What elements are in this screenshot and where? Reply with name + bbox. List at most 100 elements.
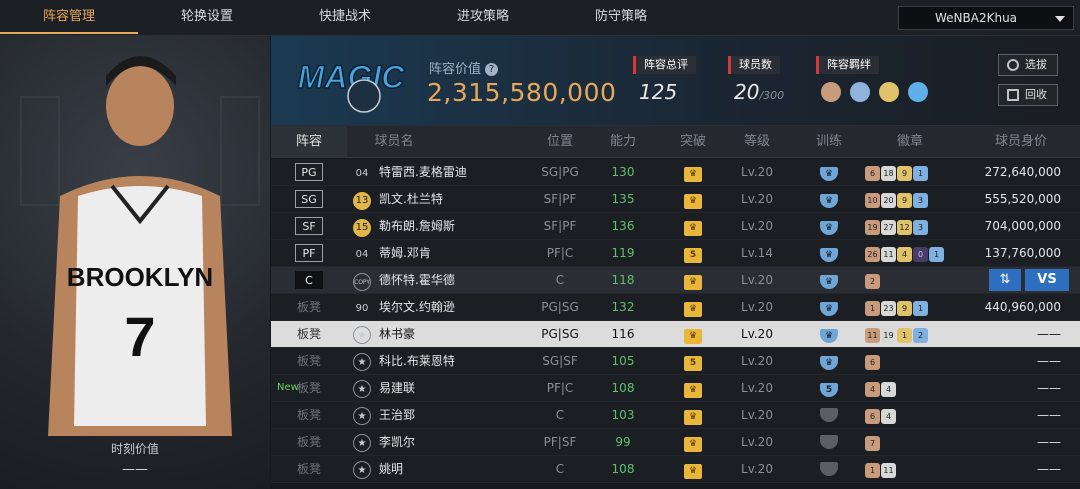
player-name[interactable]: 科比.布莱恩特 <box>379 348 519 374</box>
table-row[interactable]: SG 13 凯文.杜兰特 SF|PF 135 ♛ Lv.20 ♛ 10 20 9 3 555,520,0… <box>271 186 1080 213</box>
swap-button[interactable]: ⇅ <box>989 269 1021 291</box>
moment-value: —— <box>122 462 148 477</box>
player-level: Lv.20 <box>741 354 773 368</box>
table-row[interactable]: SF 15 勒布朗.詹姆斯 SF|PF 136 ♛ Lv.20 ♛ 19 27 12 3 704,000… <box>271 213 1080 240</box>
badge-icon: 7 <box>865 436 880 451</box>
player-name[interactable]: 姚明 <box>379 456 519 482</box>
table-row[interactable]: 板凳 New ★ 易建联 PF|C 108 ♛ Lv.20 5 4 4 —— <box>271 375 1080 402</box>
chemistry-icon[interactable] <box>850 82 871 102</box>
training-shield-icon[interactable]: ♛ <box>801 240 857 266</box>
player-name[interactable]: 李凯尔 <box>379 429 519 455</box>
badge-icon: 2 <box>865 274 880 289</box>
training-shield-icon[interactable]: ♛ <box>801 186 857 212</box>
tab-quick-tactics[interactable]: 快捷战术 <box>276 0 414 34</box>
player-level: Lv.20 <box>741 381 773 395</box>
player-count-max: /300 <box>759 89 785 102</box>
player-position: PF|C <box>546 381 574 395</box>
breakthrough-crown-icon: ♛ <box>659 213 727 239</box>
badge-icon: 4 <box>897 247 912 262</box>
player-name[interactable]: 王治郅 <box>379 402 519 428</box>
tab-defense[interactable]: 防守策略 <box>552 0 690 34</box>
compare-button[interactable]: VS <box>1025 269 1069 291</box>
training-shield-icon[interactable] <box>801 456 857 482</box>
chemistry-icon[interactable] <box>821 82 841 102</box>
badge-icon: 9 <box>897 193 912 208</box>
player-tier-icon: ★ <box>349 456 375 482</box>
table-row[interactable]: 板凳 ★ 科比.布莱恩特 SG|SF 105 5 Lv.20 ♛ 6 —— <box>271 348 1080 375</box>
col-breakthrough[interactable]: 突破 <box>659 126 727 158</box>
table-row[interactable]: 板凳 ★ 王治郅 C 103 ♛ Lv.20 6 4 —— <box>271 402 1080 429</box>
training-shield-icon[interactable]: ♛ <box>801 294 857 320</box>
badge-icon: 3 <box>913 193 928 208</box>
breakthrough-crown-icon: ♛ <box>659 429 727 455</box>
table-row[interactable]: 板凳 ★ 林书豪 PG|SG 116 ♛ Lv.20 ♛ 11 19 1 2 —— <box>271 321 1080 348</box>
player-name[interactable]: 蒂姆.邓肯 <box>379 240 519 266</box>
player-level: Lv.20 <box>741 435 773 449</box>
badge-list: 7 <box>865 429 965 455</box>
training-shield-icon[interactable] <box>801 402 857 428</box>
player-ability: 135 <box>611 192 635 206</box>
badge-icon: 18 <box>881 166 896 181</box>
breakthrough-crown-icon: ♛ <box>659 294 727 320</box>
badge-icon: 1 <box>897 328 912 343</box>
col-training[interactable]: 训练 <box>801 126 857 158</box>
training-shield-icon[interactable] <box>801 429 857 455</box>
player-value: 555,520,000 <box>984 192 1061 206</box>
chemistry-icon[interactable] <box>908 82 929 102</box>
jersey-number: 15 <box>349 213 375 239</box>
lineup-slot: 板凳 <box>271 321 347 347</box>
player-count: 20/300 <box>734 80 784 104</box>
player-ability: 116 <box>611 327 635 341</box>
col-value[interactable]: 球员身价 <box>971 126 1071 158</box>
bench-label: 板凳 <box>296 354 321 368</box>
table-row[interactable]: PF 04 蒂姆.邓肯 PF|C 119 5 Lv.14 ♛ 26 11 4 0 1 137,760,00… <box>271 240 1080 267</box>
badge-icon: 1 <box>929 247 944 262</box>
player-name[interactable]: 埃尔文.约翰逊 <box>379 294 519 320</box>
player-name[interactable]: 易建联 <box>379 375 519 401</box>
moment-value-caption: 时刻价值 <box>110 442 159 456</box>
recycle-button[interactable]: 回收 <box>998 84 1058 106</box>
training-shield-icon[interactable]: ♛ <box>801 267 857 293</box>
player-tier-icon: ★ <box>349 375 375 401</box>
training-shield-icon[interactable]: ♛ <box>801 321 857 347</box>
chevron-down-icon <box>1055 16 1065 22</box>
player-name[interactable]: 勒布朗.詹姆斯 <box>379 213 519 239</box>
breakthrough-crown-icon: ♛ <box>659 402 727 428</box>
player-position: PF|SF <box>543 435 577 449</box>
training-shield-icon[interactable]: ♛ <box>801 348 857 374</box>
select-button[interactable]: 选拔 <box>998 54 1058 76</box>
player-name[interactable]: 特雷西.麦格雷迪 <box>379 159 519 185</box>
tab-rotation[interactable]: 轮换设置 <box>138 0 276 34</box>
player-portrait-panel: BROOKLYN 7 时刻价值 —— <box>0 36 270 489</box>
badge-icon: 10 <box>865 193 880 208</box>
badge-list: 1 23 9 1 <box>865 294 965 320</box>
help-icon[interactable]: ? <box>485 63 499 76</box>
player-name[interactable]: 德怀特.霍华德 <box>379 267 519 293</box>
col-lineup[interactable]: 阵容 <box>271 126 347 158</box>
lineup-header: MAGIC 阵容价值? 2,315,580,000 阵容总评 125 球员数 2… <box>271 36 1080 126</box>
col-level[interactable]: 等级 <box>731 126 783 158</box>
user-dropdown[interactable]: WeNBA2Khua <box>898 6 1074 30</box>
tab-lineup[interactable]: 阵容管理 <box>0 0 138 34</box>
table-row[interactable]: 板凳 90 埃尔文.约翰逊 PG|SG 132 ♛ Lv.20 ♛ 1 23 9 1 440,960,0… <box>271 294 1080 321</box>
player-position: SF|PF <box>543 192 577 206</box>
table-row[interactable]: C COPY 德怀特.霍华德 C 118 ♛ Lv.20 ♛ 2 ⇅ VS <box>271 267 1080 294</box>
training-shield-icon[interactable]: ♛ <box>801 213 857 239</box>
training-shield-icon[interactable]: ♛ <box>801 159 857 185</box>
table-row[interactable]: PG 04 特雷西.麦格雷迪 SG|PG 130 ♛ Lv.20 ♛ 6 18 9 1 272,640,… <box>271 159 1080 186</box>
col-ability[interactable]: 能力 <box>589 126 657 158</box>
table-row[interactable]: 板凳 ★ 姚明 C 108 ♛ Lv.20 1 11 —— <box>271 456 1080 483</box>
training-shield-icon[interactable]: 5 <box>801 375 857 401</box>
col-badges[interactable]: 徽章 <box>865 126 955 158</box>
col-position[interactable]: 位置 <box>521 126 599 158</box>
badge-icon: 19 <box>881 328 896 343</box>
player-name[interactable]: 凯文.杜兰特 <box>379 186 519 212</box>
chemistry-icon[interactable] <box>879 82 900 102</box>
col-player-name[interactable]: 球员名 <box>349 126 439 158</box>
player-name[interactable]: 林书豪 <box>379 321 519 347</box>
table-row[interactable]: 板凳 ★ 李凯尔 PF|SF 99 ♛ Lv.20 7 —— <box>271 429 1080 456</box>
player-value: —— <box>1037 462 1061 476</box>
player-value: —— <box>1037 408 1061 422</box>
tab-offense[interactable]: 进攻策略 <box>414 0 552 34</box>
badge-list: 19 27 12 3 <box>865 213 965 239</box>
